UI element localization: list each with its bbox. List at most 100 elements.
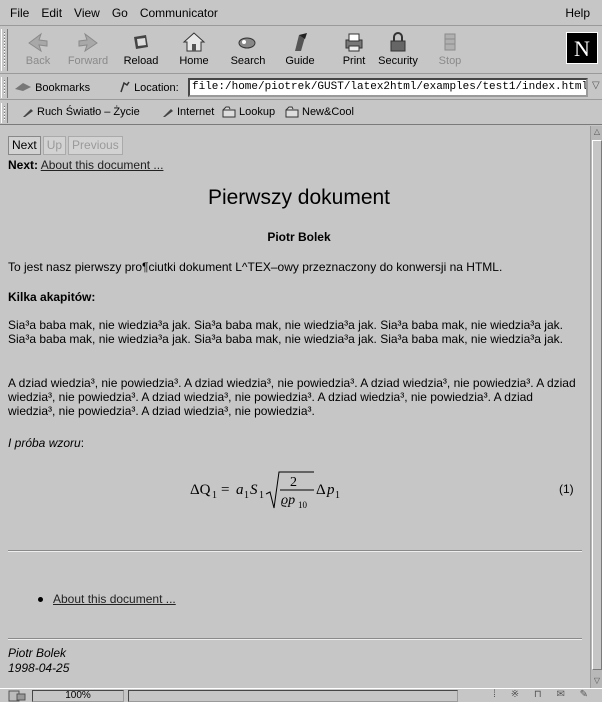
svg-text:1: 1 [335, 490, 340, 501]
link-icon [163, 109, 173, 117]
reload-label: Reload [123, 55, 159, 67]
svg-text:1: 1 [259, 490, 264, 501]
guide-icon [295, 33, 307, 51]
personal-link-internet[interactable]: Internet [162, 106, 214, 118]
svg-text:Δ: Δ [316, 482, 326, 498]
section-heading: Kilka akapitów: [8, 290, 96, 304]
page-content: Next Up Previous Next: About this docume… [8, 126, 590, 688]
toolbar-grip[interactable] [1, 29, 8, 71]
menu-help[interactable]: Help [559, 6, 596, 20]
folder-icon [285, 106, 299, 118]
paragraph-2: A dziad wiedzia³, nie powiedzia³. A dzia… [8, 376, 576, 418]
reload-button[interactable]: Reload [115, 29, 167, 71]
page-author: Piotr Bolek [267, 230, 331, 244]
menu-view[interactable]: View [68, 6, 106, 20]
menu-file[interactable]: File [4, 6, 35, 20]
up-button: Up [42, 136, 67, 155]
svg-text:ϱp: ϱp [281, 493, 295, 508]
search-button[interactable]: Search [222, 29, 274, 71]
svg-text:a: a [236, 482, 244, 498]
home-button[interactable]: Home [168, 29, 220, 71]
personal-folder-label: New&Cool [302, 106, 354, 118]
print-icon [345, 33, 363, 52]
personal-folder-label: Lookup [239, 106, 276, 118]
personal-link-label: Ruch Światło – Życie [37, 106, 140, 118]
zoom-level: 100% [32, 690, 124, 702]
scroll-down-icon[interactable]: ▽ [592, 676, 602, 686]
latex2html-nav: Next Up Previous [8, 136, 123, 155]
back-button[interactable]: Back [12, 29, 64, 71]
location-label: Location: [119, 81, 179, 94]
location-label-text: Location: [134, 82, 179, 94]
navigation-toolbar: Back Forward Reload Home Search Guide Pr… [0, 27, 602, 74]
link-icon [23, 109, 33, 117]
scroll-thumb[interactable] [592, 140, 602, 670]
location-url-field[interactable]: file:/home/piotrek/GUST/latex2html/examp… [188, 78, 588, 97]
equation-number: (1) [559, 482, 574, 496]
component-bar-icons[interactable]: ⁞ ※ ⊓ ✉ ✎ [493, 689, 594, 700]
status-message [128, 690, 458, 702]
equation-image: ΔQ 1 = a 1 S 1 2 ϱp 10 Δ p 1 [190, 471, 340, 510]
status-bar: 100% ⁞ ※ ⊓ ✉ ✎ [0, 688, 602, 702]
about-document-link[interactable]: About this document ... [53, 592, 176, 606]
intro-paragraph: To jest nasz pierwszy pro¶ciutki dokumen… [8, 260, 503, 274]
search-icon [238, 37, 256, 49]
home-label: Home [179, 55, 209, 67]
back-label: Back [25, 55, 51, 67]
search-label: Search [230, 55, 266, 67]
guide-button[interactable]: Guide [274, 29, 326, 71]
menu-bar: File Edit View Go Communicator Help [0, 0, 602, 26]
personal-folder-newcool[interactable]: New&Cool [285, 106, 354, 118]
page-proxy-icon[interactable] [119, 81, 131, 93]
bullet-dot [38, 596, 43, 602]
forward-arrow-icon [78, 32, 98, 53]
menu-communicator[interactable]: Communicator [134, 6, 224, 20]
bookmarks-icon [15, 83, 31, 91]
home-icon [182, 32, 206, 52]
next-link[interactable]: About this document ... [41, 158, 164, 172]
svg-text:2: 2 [290, 475, 297, 490]
formula-caption-colon: : [80, 436, 85, 450]
folder-icon [222, 106, 236, 118]
vertical-scrollbar[interactable]: △ ▽ [590, 126, 602, 688]
personal-link-ruch[interactable]: Ruch Światło – Życie [22, 106, 140, 118]
security-lock-icon [390, 32, 406, 52]
security-button[interactable]: Security [372, 29, 424, 71]
locbar-grip[interactable] [1, 77, 8, 98]
next-label: Next: [8, 158, 39, 172]
personal-toolbar: Ruch Światło – Życie Internet Lookup New… [0, 101, 602, 125]
bookmarks-label: Bookmarks [35, 82, 91, 94]
persbar-grip[interactable] [1, 103, 8, 123]
reload-icon [134, 35, 148, 49]
personal-link-label: Internet [177, 106, 215, 118]
svg-text:p: p [326, 482, 335, 498]
svg-text:ΔQ: ΔQ [190, 482, 211, 498]
stop-label: Stop [438, 55, 462, 67]
signature-name: Piotr Bolek [8, 646, 67, 660]
forward-label: Forward [67, 55, 109, 67]
previous-button: Previous [68, 136, 123, 155]
list-item: About this document ... [38, 592, 176, 606]
menu-edit[interactable]: Edit [35, 6, 68, 20]
svg-text:10: 10 [298, 500, 308, 510]
stop-icon [444, 33, 456, 51]
guide-label: Guide [285, 55, 315, 67]
formula-caption: I próba wzoru: [8, 436, 84, 450]
bookmarks-button[interactable]: Bookmarks [14, 81, 90, 94]
menu-go[interactable]: Go [106, 6, 134, 20]
page-title: Pierwszy dokument [207, 186, 391, 209]
scroll-up-icon[interactable]: △ [592, 127, 602, 137]
formula-caption-text: I próba wzoru [8, 436, 81, 450]
stop-button[interactable]: Stop [424, 29, 476, 71]
netscape-logo[interactable]: N [566, 32, 598, 64]
svg-text:1: 1 [244, 490, 249, 501]
signature-date: 1998-04-25 [8, 661, 70, 675]
svg-text:=: = [221, 482, 229, 498]
next-line: Next: About this document ... [8, 158, 163, 172]
divider [8, 638, 582, 640]
next-button[interactable]: Next [8, 136, 41, 155]
location-dropdown-icon[interactable]: ▽ [592, 80, 600, 91]
personal-folder-lookup[interactable]: Lookup [222, 106, 275, 118]
svg-text:S: S [250, 482, 258, 498]
forward-button[interactable]: Forward [62, 29, 114, 71]
